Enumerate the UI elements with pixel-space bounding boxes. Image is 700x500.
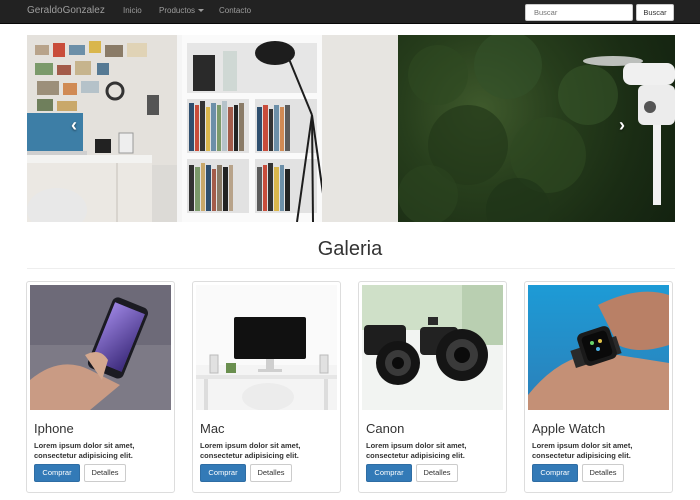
product-image-iphone [30,285,171,410]
details-button[interactable]: Detalles [250,464,292,482]
nav-link-productos[interactable]: Productos [159,6,205,15]
buy-button[interactable]: Comprar [532,464,578,482]
product-image-apple-watch [528,285,669,410]
product-description: Lorem ipsum dolor sit amet, consectetur … [532,441,633,460]
product-title: Mac [200,421,225,436]
carousel-next-chevron-right-icon[interactable]: › [619,115,625,136]
nav-link-productos-label: Productos [159,6,196,15]
brand-link[interactable]: GeraldoGonzalez [27,5,105,16]
product-title: Canon [366,421,405,436]
product-card-iphone: Iphone Lorem ipsum dolor sit amet, conse… [26,281,175,493]
product-image-mac [196,285,337,410]
nav-link-inicio[interactable]: Inicio [123,6,142,15]
product-description: Lorem ipsum dolor sit amet, consectetur … [34,441,135,460]
search-input[interactable] [525,4,633,21]
carousel-prev-chevron-left-icon[interactable]: ‹ [71,115,77,136]
details-button[interactable]: Detalles [84,464,126,482]
buy-button[interactable]: Comprar [34,464,80,482]
divider [27,268,675,269]
product-card-apple-watch: Apple Watch Lorem ipsum dolor sit amet, … [524,281,673,493]
buy-button[interactable]: Comprar [366,464,412,482]
product-description: Lorem ipsum dolor sit amet, consectetur … [366,441,467,460]
carousel: ‹ › [27,35,675,222]
search-button[interactable]: Buscar [636,4,674,21]
product-title: Iphone [34,421,74,436]
gallery-title: Galeria [317,238,383,260]
caret-down-icon [198,9,205,13]
details-button[interactable]: Detalles [416,464,458,482]
product-image-canon [362,285,503,410]
product-card-canon: Canon Lorem ipsum dolor sit amet, consec… [358,281,507,493]
product-card-mac: Mac Lorem ipsum dolor sit amet, consecte… [192,281,341,493]
product-title: Apple Watch [532,421,606,436]
product-description: Lorem ipsum dolor sit amet, consectetur … [200,441,301,460]
carousel-image-workspace [27,35,398,222]
nav-link-contacto[interactable]: Contacto [219,6,251,15]
navbar: GeraldoGonzalez Inicio Productos Contact… [0,0,700,24]
details-button[interactable]: Detalles [582,464,624,482]
carousel-image-drone [398,35,675,222]
buy-button[interactable]: Comprar [200,464,246,482]
